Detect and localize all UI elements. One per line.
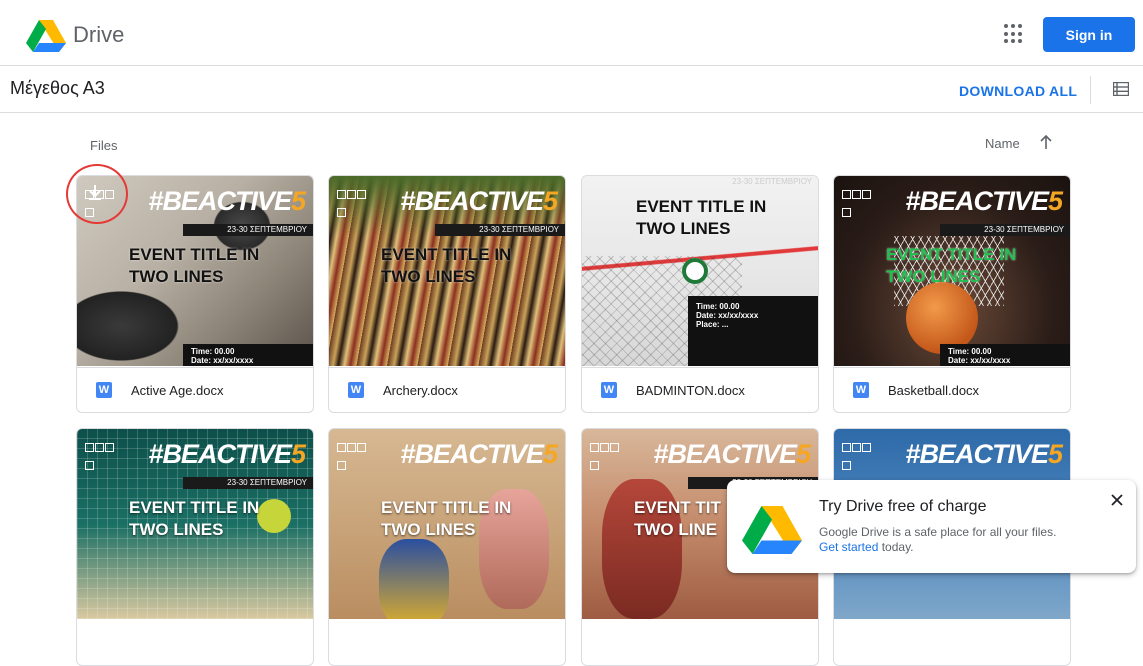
word-doc-icon: W	[853, 382, 869, 398]
drive-logo-icon[interactable]	[26, 20, 66, 52]
download-all-button[interactable]: DOWNLOAD ALL	[959, 83, 1077, 99]
date-banner: 23-30 ΣΕΠΤΕΜΒΡΙΟΥ	[183, 224, 313, 236]
brand-title: #BEACTIVE5	[905, 439, 1063, 469]
event-title-line2: TWO LINES	[886, 267, 981, 286]
word-doc-icon: W	[601, 382, 617, 398]
close-icon[interactable]	[1108, 491, 1126, 509]
divider	[1090, 76, 1091, 104]
promo-toast: Try Drive free of charge Google Drive is…	[727, 480, 1136, 573]
file-name[interactable]: Archery.docx	[383, 383, 458, 398]
brand-title: #BEACTIVE5	[148, 439, 306, 469]
partner-logos	[337, 439, 373, 470]
folder-title-bar: Μέγεθος Α3 DOWNLOAD ALL	[0, 66, 1143, 113]
get-started-link[interactable]: Get started	[819, 540, 878, 554]
brand-title: #BEACTIVE5	[905, 186, 1063, 216]
file-card[interactable]: #BEACTIVE5 23-30 ΣΕΠΤΕΜΒΡΙΟΥ EVENT TITLE…	[833, 175, 1071, 413]
file-name[interactable]: Active Age.docx	[131, 383, 224, 398]
file-card-footer[interactable]: W Basketball.docx	[834, 367, 1070, 412]
partner-logos	[842, 439, 878, 470]
file-card[interactable]: #BEACTIVE5 23-30 ΣΕΠΤΕΜΒΡΙΟΥ EVENT TITLE…	[328, 175, 566, 413]
file-name[interactable]: BADMINTON.docx	[636, 383, 745, 398]
date-banner: 23-30 ΣΕΠΤΕΜΒΡΙΟΥ	[732, 177, 812, 186]
file-thumbnail[interactable]: #BEACTIVE5 EVENT TITLE IN TWO LINES	[329, 429, 565, 619]
file-card[interactable]: #BEACTIVE5 23-30 ΣΕΠΤΕΜΒΡΙΟΥ EVENT TITLE…	[76, 428, 314, 666]
event-title-line1: EVENT TITLE IN	[129, 245, 260, 264]
file-card-footer[interactable]: W Active Age.docx	[77, 367, 313, 412]
event-title-line1: EVENT TITLE IN	[886, 245, 1017, 264]
event-title-line2: TWO LINES	[636, 219, 731, 238]
file-card-footer[interactable]: W Archery.docx	[329, 367, 565, 412]
top-header: Drive Sign in	[0, 0, 1143, 66]
brand-title: #BEACTIVE5	[400, 439, 558, 469]
file-card[interactable]: #BEACTIVE5 EVENT TITLE IN TWO LINES	[328, 428, 566, 666]
file-thumbnail[interactable]: #BEACTIVE5 23-30 ΣΕΠΤΕΜΒΡΙΟΥ EVENT TITLE…	[834, 176, 1070, 366]
file-card-footer[interactable]: W BADMINTON.docx	[582, 367, 818, 412]
event-title-line2: TWO LINES	[381, 520, 476, 539]
brand-title: #BEACTIVE5	[653, 439, 811, 469]
file-name[interactable]: Basketball.docx	[888, 383, 979, 398]
file-thumbnail[interactable]: #BEACTIVE5 23-30 ΣΕΠΤΕΜΒΡΙΟΥ EVENT TITLE…	[77, 429, 313, 619]
event-title-line2: TWO LINES	[129, 520, 224, 539]
sign-in-button[interactable]: Sign in	[1043, 17, 1135, 52]
toast-title: Try Drive free of charge	[819, 498, 987, 515]
event-title-line1: EVENT TITLE IN	[381, 245, 512, 264]
file-card[interactable]: 23-30 ΣΕΠΤΕΜΒΡΙΟΥ EVENT TITLE IN TWO LIN…	[581, 175, 819, 413]
event-info-box: Time: 00.00 Date: xx/xx/xxxx	[183, 344, 313, 366]
partner-logos	[337, 186, 373, 217]
partner-logos	[590, 439, 626, 470]
drive-logo-icon	[742, 506, 802, 554]
event-title-line2: TWO LINES	[129, 267, 224, 286]
partner-logos	[842, 186, 878, 217]
date-banner: 23-30 ΣΕΠΤΕΜΒΡΙΟΥ	[435, 224, 565, 236]
brand-title: #BEACTIVE5	[148, 186, 306, 216]
partner-logos	[85, 439, 121, 470]
sort-arrow-up-icon[interactable]	[1038, 133, 1054, 151]
sort-by-name-button[interactable]: Name	[985, 136, 1020, 151]
highlight-circle	[66, 164, 128, 224]
brand-title: #BEACTIVE5	[400, 186, 558, 216]
event-title-line2: TWO LINES	[381, 267, 476, 286]
word-doc-icon: W	[348, 382, 364, 398]
event-info-box: Time: 00.00 Date: xx/xx/xxxx	[940, 344, 1070, 366]
event-title-line2: TWO LINE	[634, 520, 718, 539]
file-thumbnail[interactable]: 23-30 ΣΕΠΤΕΜΒΡΙΟΥ EVENT TITLE IN TWO LIN…	[582, 176, 818, 366]
event-title-line1: EVENT TITLE IN	[129, 498, 260, 517]
list-view-icon[interactable]	[1113, 82, 1129, 96]
event-info-box: Time: 00.00 Date: xx/xx/xxxx Place: ...	[688, 296, 818, 366]
toast-body: Google Drive is a safe place for all you…	[819, 525, 1057, 554]
date-banner: 23-30 ΣΕΠΤΕΜΒΡΙΟΥ	[940, 224, 1070, 236]
date-banner: 23-30 ΣΕΠΤΕΜΒΡΙΟΥ	[183, 477, 313, 489]
event-title-line1: EVENT TITLE IN	[636, 197, 767, 216]
files-section-label: Files	[90, 138, 118, 153]
app-name[interactable]: Drive	[73, 22, 124, 48]
event-title-line1: EVENT TIT	[634, 498, 721, 517]
apps-grid-icon[interactable]	[999, 21, 1025, 47]
folder-title: Μέγεθος Α3	[10, 78, 105, 98]
file-thumbnail[interactable]: #BEACTIVE5 23-30 ΣΕΠΤΕΜΒΡΙΟΥ EVENT TITLE…	[329, 176, 565, 366]
event-title-line1: EVENT TITLE IN	[381, 498, 512, 517]
word-doc-icon: W	[96, 382, 112, 398]
